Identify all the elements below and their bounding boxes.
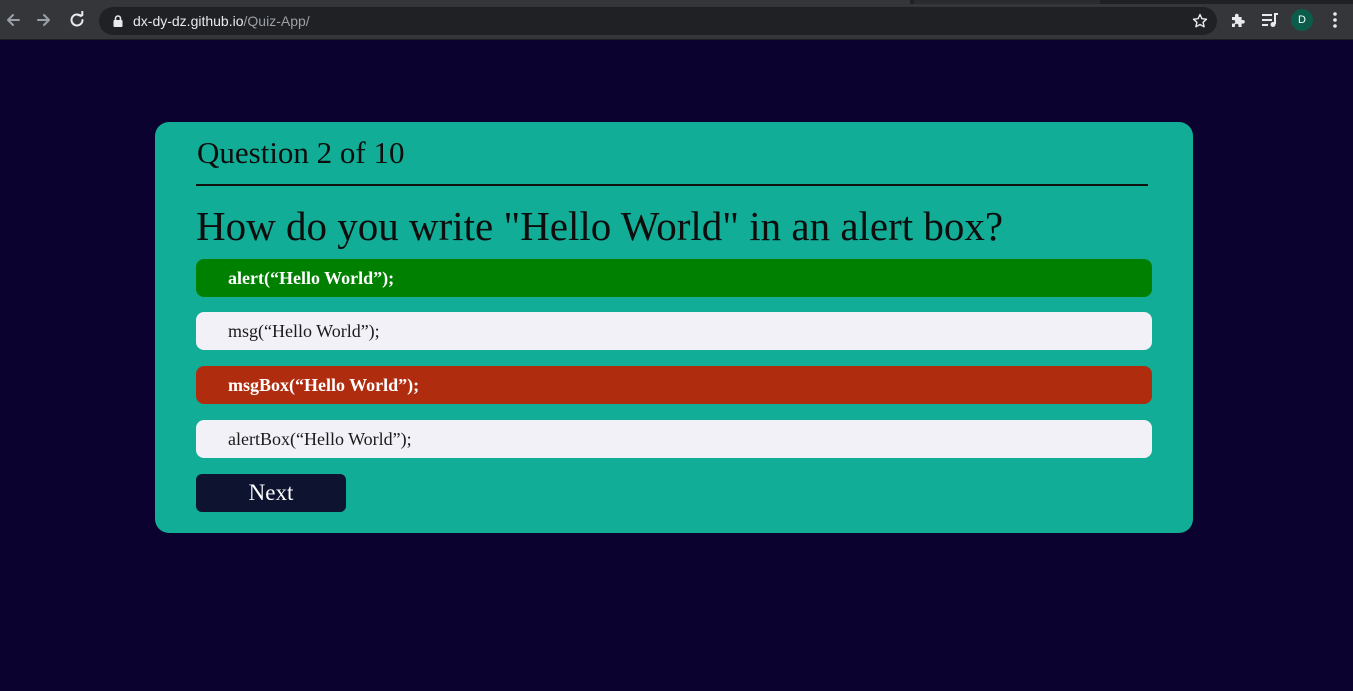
profile-avatar[interactable]: D	[1291, 9, 1313, 31]
more-vertical-icon	[1333, 12, 1337, 28]
divider	[196, 184, 1148, 186]
answer-option-correct[interactable]: alert(“Hello World”);	[196, 259, 1152, 297]
url-path: /Quiz-App/	[243, 13, 310, 29]
browser-toolbar: dx-dy-dz.github.io/Quiz-App/ D	[0, 0, 1353, 40]
url-host: dx-dy-dz.github.io	[133, 13, 244, 29]
extensions-button[interactable]	[1228, 10, 1248, 30]
menu-button[interactable]	[1325, 10, 1345, 30]
tab-strip	[0, 0, 1353, 4]
url-text[interactable]: dx-dy-dz.github.io/Quiz-App/	[133, 13, 310, 29]
star-icon[interactable]	[1192, 13, 1208, 29]
lock-icon[interactable]	[111, 14, 125, 28]
answer-option-incorrect[interactable]: msgBox(“Hello World”);	[196, 366, 1152, 404]
answer-option[interactable]: alertBox(“Hello World”);	[196, 420, 1152, 458]
next-button[interactable]: Next	[196, 474, 346, 512]
media-button[interactable]	[1260, 10, 1280, 30]
media-queue-icon	[1262, 13, 1278, 27]
quiz-card: Question 2 of 10 How do you write "Hello…	[155, 122, 1193, 533]
forward-button[interactable]	[33, 9, 55, 31]
back-button[interactable]	[2, 9, 24, 31]
forward-arrow-icon	[37, 14, 50, 26]
question-text: How do you write "Hello World" in an ale…	[196, 203, 1004, 249]
answer-option[interactable]: msg(“Hello World”);	[196, 312, 1152, 350]
tab-inactive[interactable]	[914, 0, 1100, 4]
question-counter: Question 2 of 10	[197, 135, 405, 170]
tab-active[interactable]	[0, 0, 910, 4]
address-bar[interactable]: dx-dy-dz.github.io/Quiz-App/	[99, 7, 1217, 35]
reload-icon	[70, 11, 84, 27]
reload-button[interactable]	[66, 9, 88, 31]
back-arrow-icon	[7, 14, 20, 26]
extensions-puzzle-icon	[1232, 13, 1245, 27]
